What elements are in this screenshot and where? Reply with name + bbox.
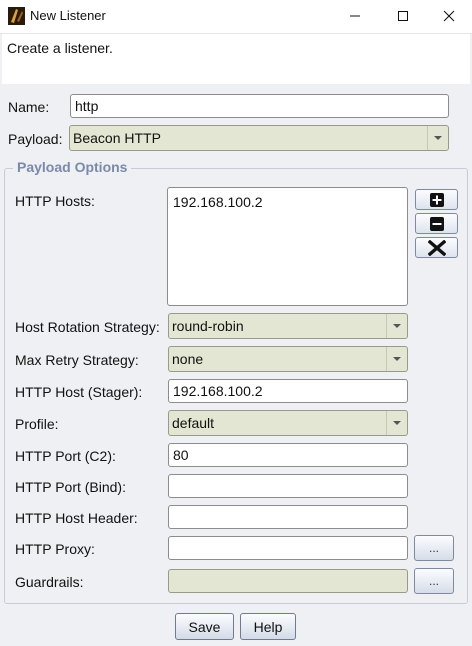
max-retry-select[interactable]: none [168,346,408,372]
close-icon[interactable] [426,0,472,32]
proxy-field[interactable] [168,536,408,560]
window-title: New Listener [30,8,106,23]
save-button[interactable]: Save [175,613,234,640]
port-bind-label: HTTP Port (Bind): [15,479,126,495]
payload-value: Beacon HTTP [73,130,161,146]
help-button[interactable]: Help [240,613,296,640]
proxy-browse-button[interactable]: ... [414,535,454,561]
profile-select[interactable]: default [168,410,408,436]
add-host-button[interactable] [415,189,458,210]
host-header-field[interactable] [168,505,408,529]
guardrails-browse-button[interactable]: ... [414,568,454,594]
host-rotation-select[interactable]: round-robin [168,313,408,339]
remove-host-button[interactable] [415,213,458,234]
host-rotation-label: Host Rotation Strategy: [15,319,160,335]
port-c2-label: HTTP Port (C2): [15,448,116,464]
port-bind-field[interactable] [168,474,408,498]
chevron-down-icon[interactable] [427,126,448,150]
host-rotation-value: round-robin [172,318,244,334]
title-bar: New Listener [0,0,472,34]
app-icon [8,7,25,25]
profile-label: Profile: [15,416,59,432]
port-c2-field[interactable]: 80 [168,443,408,467]
group-title: Payload Options [13,159,132,175]
proxy-label: HTTP Proxy: [15,541,95,557]
payload-label: Payload: [8,131,63,147]
banner-text: Create a listener. [7,40,113,56]
chevron-down-icon[interactable] [386,314,407,338]
name-label: Name: [8,99,50,115]
x-icon [427,239,446,256]
http-hosts-label: HTTP Hosts: [15,193,95,209]
name-field[interactable]: http [70,94,449,118]
minus-icon [429,216,444,231]
payload-select[interactable]: Beacon HTTP [69,125,449,151]
chevron-down-icon[interactable] [386,347,407,371]
clear-hosts-button[interactable] [415,237,458,258]
maximize-icon[interactable] [380,0,426,32]
guardrails-label: Guardrails: [15,574,84,590]
http-hosts-list[interactable]: 192.168.100.2 [167,187,408,306]
description-banner: Create a listener. [2,34,470,84]
chevron-down-icon[interactable] [386,411,407,435]
host-header-label: HTTP Host Header: [15,510,138,526]
max-retry-value: none [172,351,204,367]
list-item[interactable]: 192.168.100.2 [173,194,263,210]
max-retry-label: Max Retry Strategy: [15,352,139,368]
profile-value: default [172,415,215,431]
plus-icon [429,192,444,207]
guardrails-field[interactable] [168,569,408,593]
minimize-icon[interactable] [332,0,378,32]
stager-host-label: HTTP Host (Stager): [15,384,143,400]
stager-host-field[interactable]: 192.168.100.2 [168,379,408,403]
